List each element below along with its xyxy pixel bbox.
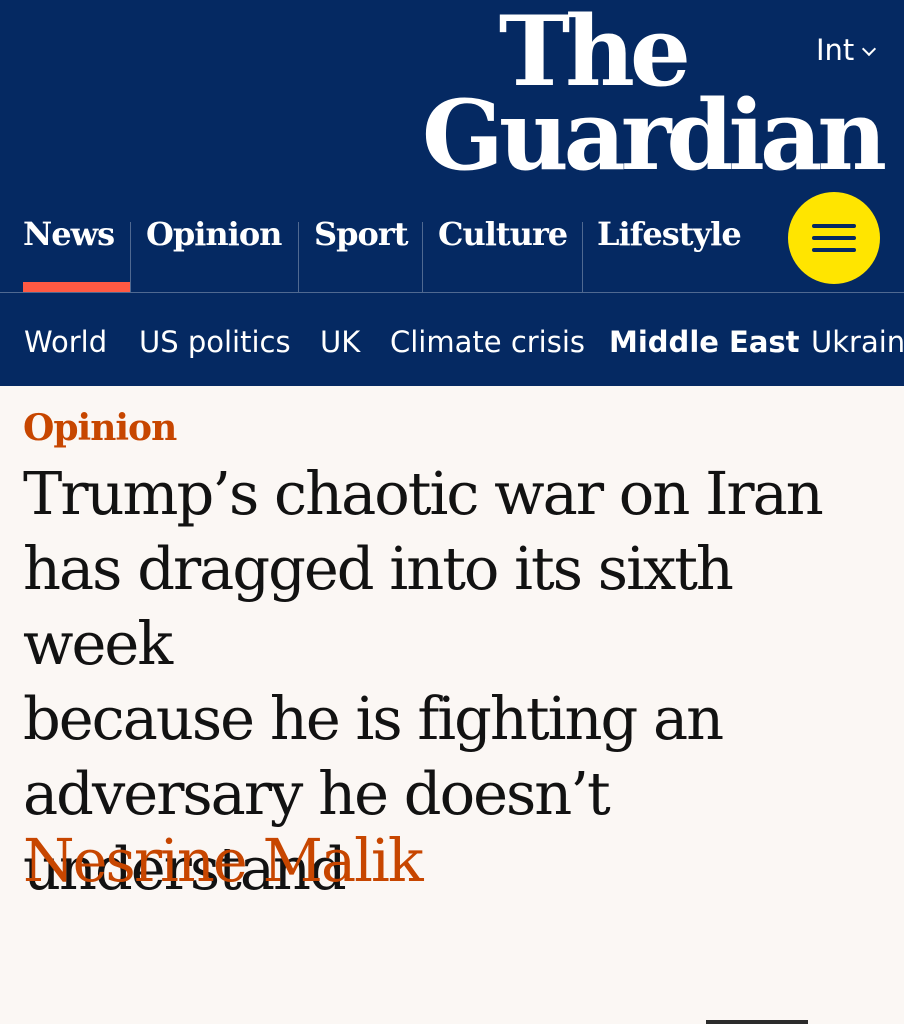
article-kicker[interactable]: Opinion — [23, 400, 177, 456]
headline-line: adversary he doesn’t — [23, 759, 611, 828]
subnav-ukraine[interactable]: Ukrain — [811, 316, 904, 368]
nav-divider — [0, 292, 904, 293]
subnav-us-politics[interactable]: US politics — [139, 316, 291, 368]
guardian-logo[interactable]: The Guardian — [421, 4, 887, 192]
subnav-middle-east[interactable]: Middle East — [609, 316, 800, 368]
hamburger-bar — [812, 248, 856, 252]
pillar-divider — [298, 222, 299, 292]
hamburger-bar — [812, 236, 856, 240]
subnav-climate-crisis[interactable]: Climate crisis — [390, 316, 585, 368]
menu-button[interactable] — [788, 192, 880, 284]
headline-line: Trump’s chaotic war on Iran — [23, 459, 824, 528]
logo-line-guardian: Guardian — [421, 79, 887, 192]
pillar-divider — [582, 222, 583, 292]
active-pillar-indicator — [23, 282, 130, 292]
headline-line: because he is fighting an — [23, 684, 724, 753]
pillar-divider — [422, 222, 423, 292]
hamburger-bar — [812, 224, 856, 228]
bottom-edge-bar — [706, 1020, 808, 1024]
pillar-sport[interactable]: Sport — [314, 192, 408, 292]
subnav-uk[interactable]: UK — [320, 316, 360, 368]
site-header: Int The Guardian News Opinion Sport Cult… — [0, 0, 904, 386]
pillar-culture[interactable]: Culture — [438, 192, 568, 292]
headline-line: has dragged into its sixth week — [23, 534, 734, 678]
pillar-news[interactable]: News — [23, 192, 115, 292]
section-subnav: World US politics UK Climate crisis Midd… — [0, 316, 904, 368]
pillar-nav: News Opinion Sport Culture Lifestyle — [0, 192, 904, 292]
author-byline[interactable]: Nesrine Malik — [23, 826, 424, 896]
pillar-divider — [130, 222, 131, 292]
subnav-world[interactable]: World — [24, 316, 107, 368]
pillar-opinion[interactable]: Opinion — [146, 192, 282, 292]
pillar-lifestyle[interactable]: Lifestyle — [597, 192, 742, 292]
